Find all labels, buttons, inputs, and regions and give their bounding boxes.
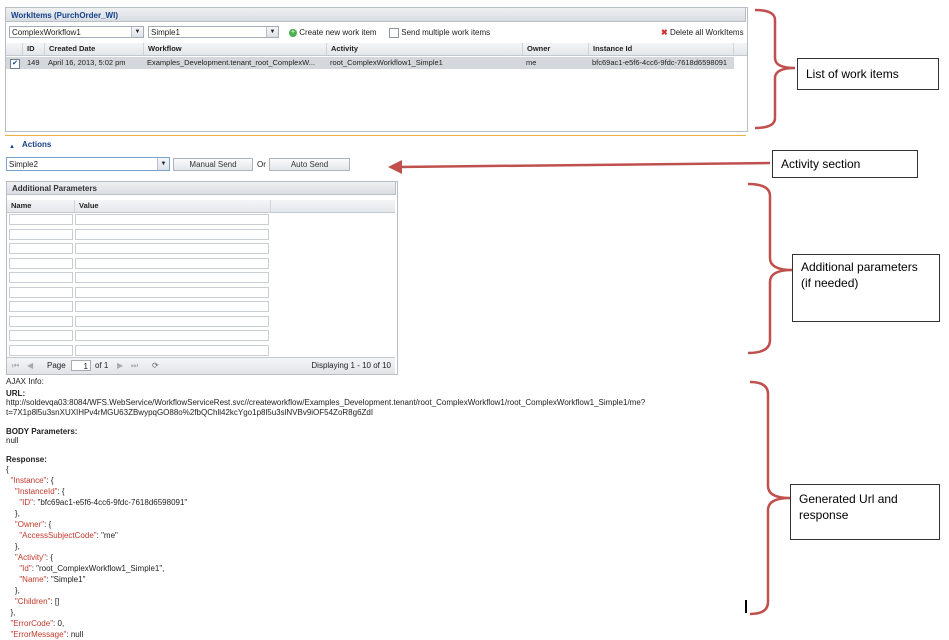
callout-activity-section: Activity section [772, 150, 918, 178]
bracket-list [754, 8, 796, 130]
response-line: "ErrorMessage": null [10, 630, 84, 639]
bracket-params [747, 182, 793, 355]
arrow-activity-head [388, 160, 402, 174]
arrow-activity-shaft [397, 161, 771, 169]
callout-list-of-work-items: List of work items [797, 58, 939, 90]
callout-additional-parameters: Additional parameters (if needed) [792, 254, 940, 322]
bracket-generated [749, 380, 791, 616]
callout-generated-url: Generated Url and response [790, 484, 940, 540]
